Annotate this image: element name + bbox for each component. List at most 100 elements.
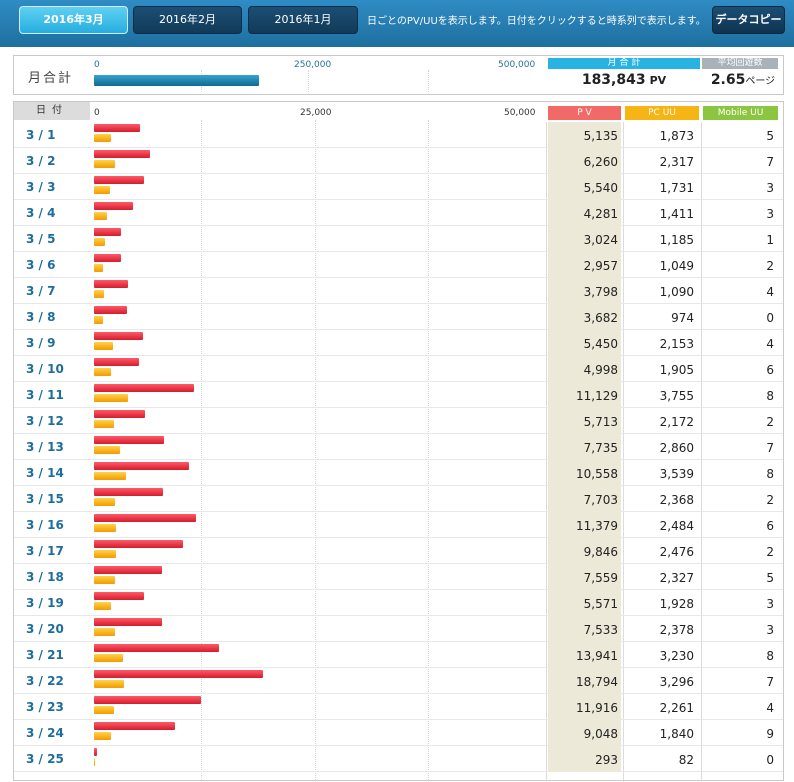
pc-uu-cell: 1,185 xyxy=(659,233,694,247)
pv-bar xyxy=(94,410,146,418)
pv-cell: 3,682 xyxy=(548,304,621,330)
mobile-uu-cell: 2 xyxy=(766,259,774,273)
mobile-uu-cell: 3 xyxy=(766,597,774,611)
tab-2016-03[interactable]: 2016年3月 xyxy=(19,6,128,34)
date-link[interactable]: 3 / 13 xyxy=(26,440,64,454)
mobile-uu-cell: 6 xyxy=(766,363,774,377)
uu-bar xyxy=(94,498,116,506)
pv-bar xyxy=(94,358,139,366)
table-row: 3 / 9 5,450 2,153 4 xyxy=(14,330,783,356)
uu-bar xyxy=(94,394,128,402)
tab-2016-01[interactable]: 2016年1月 xyxy=(248,6,358,34)
pv-bar xyxy=(94,488,164,496)
date-link[interactable]: 3 / 10 xyxy=(26,362,64,376)
pc-uu-cell: 2,860 xyxy=(659,441,694,455)
date-link[interactable]: 3 / 15 xyxy=(26,492,64,506)
date-link[interactable]: 3 / 5 xyxy=(26,232,55,246)
date-link[interactable]: 3 / 7 xyxy=(26,284,55,298)
date-link[interactable]: 3 / 3 xyxy=(26,180,55,194)
pv-bar xyxy=(94,280,129,288)
uu-bar xyxy=(94,238,105,246)
table-row: 3 / 14 10,558 3,539 8 xyxy=(14,460,783,486)
table-row: 3 / 18 7,559 2,327 5 xyxy=(14,564,783,590)
mobile-uu-cell: 5 xyxy=(766,571,774,585)
date-link[interactable]: 3 / 24 xyxy=(26,726,64,740)
table-row: 3 / 6 2,957 1,049 2 xyxy=(14,252,783,278)
pv-cell: 11,129 xyxy=(548,382,621,408)
pc-uu-column-header: PC UU xyxy=(625,106,699,120)
pv-bar xyxy=(94,722,176,730)
mobile-uu-cell: 6 xyxy=(766,519,774,533)
date-link[interactable]: 3 / 14 xyxy=(26,466,64,480)
table-row: 3 / 17 9,846 2,476 2 xyxy=(14,538,783,564)
pv-bar xyxy=(94,540,183,548)
monthly-total-pv: 183,843 PV xyxy=(548,72,700,88)
date-link[interactable]: 3 / 6 xyxy=(26,258,55,272)
pc-uu-cell: 3,296 xyxy=(659,675,694,689)
date-link[interactable]: 3 / 16 xyxy=(26,518,64,532)
date-link[interactable]: 3 / 18 xyxy=(26,570,64,584)
pc-uu-cell: 1,928 xyxy=(659,597,694,611)
uu-bar xyxy=(94,758,95,766)
pc-uu-cell: 1,873 xyxy=(659,129,694,143)
date-link[interactable]: 3 / 25 xyxy=(26,752,64,766)
pv-cell: 9,048 xyxy=(548,720,621,746)
date-link[interactable]: 3 / 20 xyxy=(26,622,64,636)
mobile-uu-cell: 5 xyxy=(766,129,774,143)
pv-cell: 11,916 xyxy=(548,694,621,720)
date-link[interactable]: 3 / 23 xyxy=(26,700,64,714)
table-row: 3 / 10 4,998 1,905 6 xyxy=(14,356,783,382)
pv-bar xyxy=(94,254,121,262)
date-link[interactable]: 3 / 9 xyxy=(26,336,55,350)
tab-2016-02[interactable]: 2016年2月 xyxy=(133,6,242,34)
date-link[interactable]: 3 / 8 xyxy=(26,310,55,324)
hint-text: 日ごとのPV/UUを表示します。日付をクリックすると時系列で表示します。 xyxy=(367,16,706,27)
pc-uu-cell: 1,731 xyxy=(659,181,694,195)
pv-cell: 3,798 xyxy=(548,278,621,304)
pv-bar xyxy=(94,462,190,470)
uu-bar xyxy=(94,160,115,168)
mobile-uu-cell: 2 xyxy=(766,415,774,429)
pc-uu-cell: 2,378 xyxy=(659,623,694,637)
pc-uu-cell: 2,317 xyxy=(659,155,694,169)
uu-bar xyxy=(94,290,104,298)
uu-bar xyxy=(94,472,126,480)
monthly-axis-tick: 500,000 xyxy=(498,60,536,70)
pv-bar xyxy=(94,202,133,210)
data-copy-button[interactable]: データコピー xyxy=(712,6,785,34)
date-link[interactable]: 3 / 1 xyxy=(26,128,55,142)
date-link[interactable]: 3 / 2 xyxy=(26,154,55,168)
date-link[interactable]: 3 / 17 xyxy=(26,544,64,558)
table-row: 3 / 8 3,682 974 0 xyxy=(14,304,783,330)
mobile-uu-cell: 7 xyxy=(766,441,774,455)
pv-bar xyxy=(94,176,144,184)
mobile-uu-cell: 7 xyxy=(766,155,774,169)
pc-uu-cell: 974 xyxy=(671,311,694,325)
pv-bar xyxy=(94,644,220,652)
average-visits-unit: ページ xyxy=(745,76,776,87)
pv-cell: 5,571 xyxy=(548,590,621,616)
date-link[interactable]: 3 / 21 xyxy=(26,648,64,662)
pv-bar xyxy=(94,124,141,132)
daily-axis-tick: 50,000 xyxy=(504,108,536,118)
uu-bar xyxy=(94,134,111,142)
pv-cell: 7,703 xyxy=(548,486,621,512)
mobile-uu-cell: 3 xyxy=(766,207,774,221)
table-row: 3 / 5 3,024 1,185 1 xyxy=(14,226,783,252)
pv-cell: 5,450 xyxy=(548,330,621,356)
pv-column-header: P V xyxy=(548,106,621,120)
date-link[interactable]: 3 / 19 xyxy=(26,596,64,610)
date-link[interactable]: 3 / 12 xyxy=(26,414,64,428)
average-visits: 2.65ページ xyxy=(702,72,784,88)
uu-bar xyxy=(94,420,114,428)
date-link[interactable]: 3 / 4 xyxy=(26,206,55,220)
pv-cell: 4,281 xyxy=(548,200,621,226)
mobile-uu-cell: 0 xyxy=(766,753,774,767)
uu-bar xyxy=(94,706,115,714)
date-link[interactable]: 3 / 22 xyxy=(26,674,64,688)
pc-uu-cell: 3,539 xyxy=(659,467,694,481)
date-link[interactable]: 3 / 11 xyxy=(26,388,64,402)
pc-uu-cell: 3,230 xyxy=(659,649,694,663)
pv-cell: 2,957 xyxy=(548,252,621,278)
table-row: 3 / 23 11,916 2,261 4 xyxy=(14,694,783,720)
